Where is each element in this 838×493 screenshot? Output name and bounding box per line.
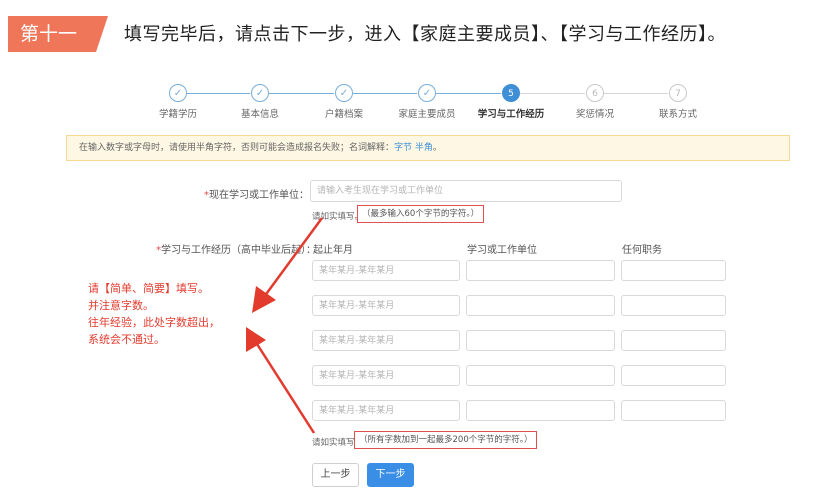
step-2-check-icon: ✓ xyxy=(251,84,269,102)
current-unit-hint: 请如实填写。 xyxy=(312,212,364,222)
period-input[interactable]: 某年某月-某年某月 xyxy=(312,400,460,421)
unit-input[interactable] xyxy=(466,260,615,281)
instruction-text: 填写完毕后，请点击下一步，进入【家庭主要成员】、【学习与工作经历】。 xyxy=(124,24,726,45)
col-unit: 学习或工作单位 xyxy=(467,245,537,256)
history-limit-note: （所有字数加到一起最多200个字节的字符。） xyxy=(354,431,538,449)
progress-line xyxy=(436,93,501,94)
period-input[interactable]: 某年某月-某年某月 xyxy=(312,295,460,316)
next-step-button[interactable]: 下一步 xyxy=(367,463,414,487)
progress-line xyxy=(604,93,668,94)
period-input[interactable]: 某年某月-某年某月 xyxy=(312,260,460,281)
progress-line xyxy=(353,93,417,94)
period-input[interactable]: 某年某月-某年某月 xyxy=(312,330,460,351)
progress-stepper: ✓ ✓ ✓ ✓ 5 6 7 学籍学历 基本信息 户籍档案 家庭主要成员 学习与工… xyxy=(66,80,794,122)
current-unit-label: *现在学习或工作单位： xyxy=(204,186,309,201)
unit-input[interactable] xyxy=(466,365,615,386)
unit-input[interactable] xyxy=(466,400,615,421)
position-input[interactable] xyxy=(621,295,726,316)
position-input[interactable] xyxy=(621,260,726,281)
position-input[interactable] xyxy=(621,400,726,421)
notice-text: 在输入数字或字母时，请使用半角字符，否则可能会造成报名失败；名词解释： xyxy=(79,143,395,153)
red-annotation: 请【简单、简要】填写。 并注意字数。 往年经验，此处字数超出， 系统会不通过。 xyxy=(88,280,220,348)
history-label-text: 学习与工作经历（高中毕业后起）： xyxy=(161,245,316,256)
current-unit-input[interactable]: 请输入考生现在学习或工作单位 xyxy=(310,180,622,202)
step-label: 户籍档案 xyxy=(324,109,364,120)
step-label: 联系方式 xyxy=(658,109,698,120)
step-1-check-icon: ✓ xyxy=(169,84,187,102)
step-3-check-icon: ✓ xyxy=(335,84,353,102)
step-label: 家庭主要成员 xyxy=(398,109,456,120)
byte-link[interactable]: 字节 xyxy=(394,143,412,153)
halfwidth-link[interactable]: 半角 xyxy=(415,143,433,153)
halfwidth-notice: 在输入数字或字母时，请使用半角字符，否则可能会造成报名失败；名词解释：字节 半角… xyxy=(66,135,790,161)
col-period: 起止年月 xyxy=(313,245,353,256)
annotation-line: 请【简单、简要】填写。 xyxy=(88,282,209,295)
unit-input[interactable] xyxy=(466,295,615,316)
current-unit-limit-note: （最多输入60个字节的字符。） xyxy=(357,205,485,223)
col-position: 任何职务 xyxy=(622,245,662,256)
annotation-line: 往年经验，此处字数超出， xyxy=(88,316,220,329)
unit-input[interactable] xyxy=(466,330,615,351)
step-label: 基本信息 xyxy=(240,109,280,120)
position-input[interactable] xyxy=(621,365,726,386)
period-input[interactable]: 某年某月-某年某月 xyxy=(312,365,460,386)
notice-end: 。 xyxy=(432,143,442,153)
annotation-line: 系统会不通过。 xyxy=(88,333,165,346)
history-label: *学习与工作经历（高中毕业后起）： xyxy=(156,241,316,256)
step-5-current: 5 xyxy=(502,84,520,102)
step-4-check-icon: ✓ xyxy=(418,84,436,102)
position-input[interactable] xyxy=(621,330,726,351)
current-unit-label-text: 现在学习或工作单位： xyxy=(209,190,309,201)
step-7-pending: 7 xyxy=(669,84,687,102)
prev-step-button[interactable]: 上一步 xyxy=(312,463,359,487)
step-label: 学籍学历 xyxy=(158,109,198,120)
step-label: 奖惩情况 xyxy=(575,109,615,120)
annotation-line: 并注意字数。 xyxy=(88,299,154,312)
step-number-tag: 第十一 xyxy=(8,16,108,52)
step-6-pending: 6 xyxy=(586,84,604,102)
progress-line xyxy=(187,93,250,94)
progress-line xyxy=(269,93,334,94)
progress-line xyxy=(520,93,585,94)
step-label: 学习与工作经历 xyxy=(477,109,545,120)
